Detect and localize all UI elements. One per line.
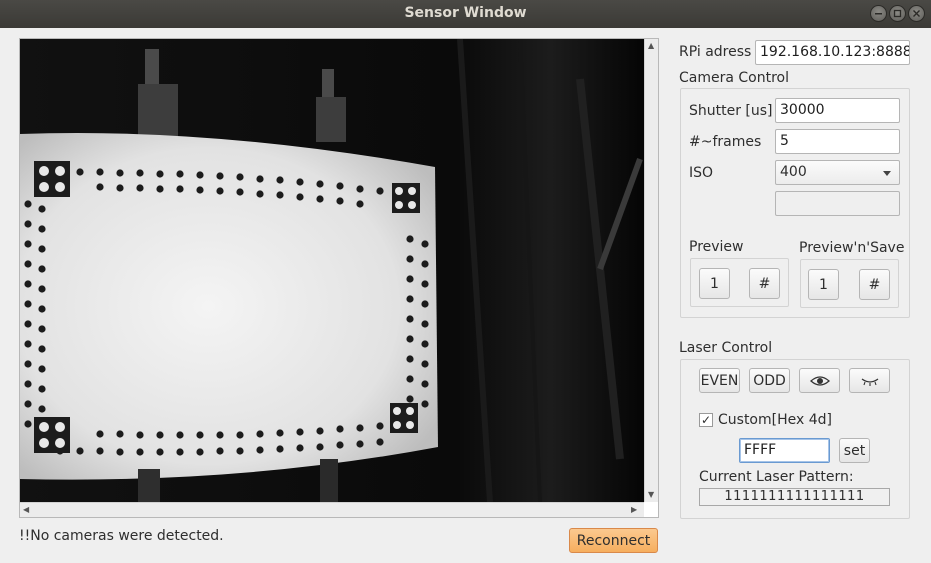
rpi-address-label: RPi adress — [679, 44, 752, 60]
vertical-scrollbar[interactable]: ▲ ▼ — [644, 39, 658, 502]
window-title: Sensor Window — [404, 5, 527, 21]
minimize-icon — [875, 13, 882, 15]
frames-label: #~frames — [689, 134, 762, 150]
preview-save-multi-button[interactable]: # — [859, 269, 890, 300]
camera-image — [20, 39, 644, 502]
iso-select[interactable]: 400 — [775, 160, 900, 185]
even-button[interactable]: EVEN — [699, 368, 740, 393]
shutter-label: Shutter [us] — [689, 103, 773, 119]
camera-control-title: Camera Control — [679, 70, 789, 86]
minimize-button[interactable] — [870, 5, 887, 22]
frames-input[interactable]: 5 — [775, 129, 900, 154]
shutter-input[interactable]: 30000 — [775, 98, 900, 123]
scroll-right-icon[interactable]: ▶ — [631, 505, 637, 514]
preview-multi-button[interactable]: # — [749, 268, 780, 299]
status-message: !!No cameras were detected. — [19, 528, 224, 544]
pattern-label: Current Laser Pattern: — [699, 469, 854, 485]
laser-off-button[interactable] — [849, 368, 890, 393]
maximize-button[interactable] — [889, 5, 906, 22]
title-bar: Sensor Window — [0, 0, 931, 28]
rpi-address-input[interactable]: 192.168.10.123:8888 — [755, 40, 910, 65]
odd-button[interactable]: ODD — [749, 368, 790, 393]
custom-hex-label: Custom[Hex 4d] — [718, 412, 832, 428]
laser-on-button[interactable] — [799, 368, 840, 393]
iso-label: ISO — [689, 165, 714, 181]
reconnect-button[interactable]: Reconnect — [569, 528, 658, 553]
preview-title: Preview — [689, 239, 744, 255]
chevron-down-icon — [883, 171, 891, 176]
eye-closed-icon — [861, 377, 878, 386]
laser-control-title: Laser Control — [679, 340, 773, 356]
hex-value-input[interactable]: FFFF — [739, 438, 830, 463]
set-button[interactable]: set — [839, 438, 870, 463]
maximize-icon — [893, 9, 902, 18]
iso-select-value: 400 — [780, 164, 807, 180]
custom-hex-checkbox[interactable]: ✓ — [699, 413, 713, 427]
horizontal-scrollbar[interactable]: ◀ ▶ — [20, 502, 644, 517]
camera-view-scroll-area[interactable]: ▲ ▼ ◀ ▶ — [19, 38, 659, 518]
close-icon — [913, 10, 920, 17]
camera-extra-field[interactable] — [775, 191, 900, 216]
laser-pattern-display: 1111111111111111 — [699, 488, 890, 506]
calibration-board-image — [20, 39, 644, 502]
preview-save-single-button[interactable]: 1 — [808, 269, 839, 300]
close-button[interactable] — [908, 5, 925, 22]
scroll-up-icon[interactable]: ▲ — [648, 41, 654, 50]
preview-save-title: Preview'n'Save — [799, 240, 905, 256]
scroll-down-icon[interactable]: ▼ — [648, 490, 654, 499]
eye-icon — [809, 375, 830, 386]
scroll-left-icon[interactable]: ◀ — [23, 505, 29, 514]
preview-single-button[interactable]: 1 — [699, 268, 730, 299]
